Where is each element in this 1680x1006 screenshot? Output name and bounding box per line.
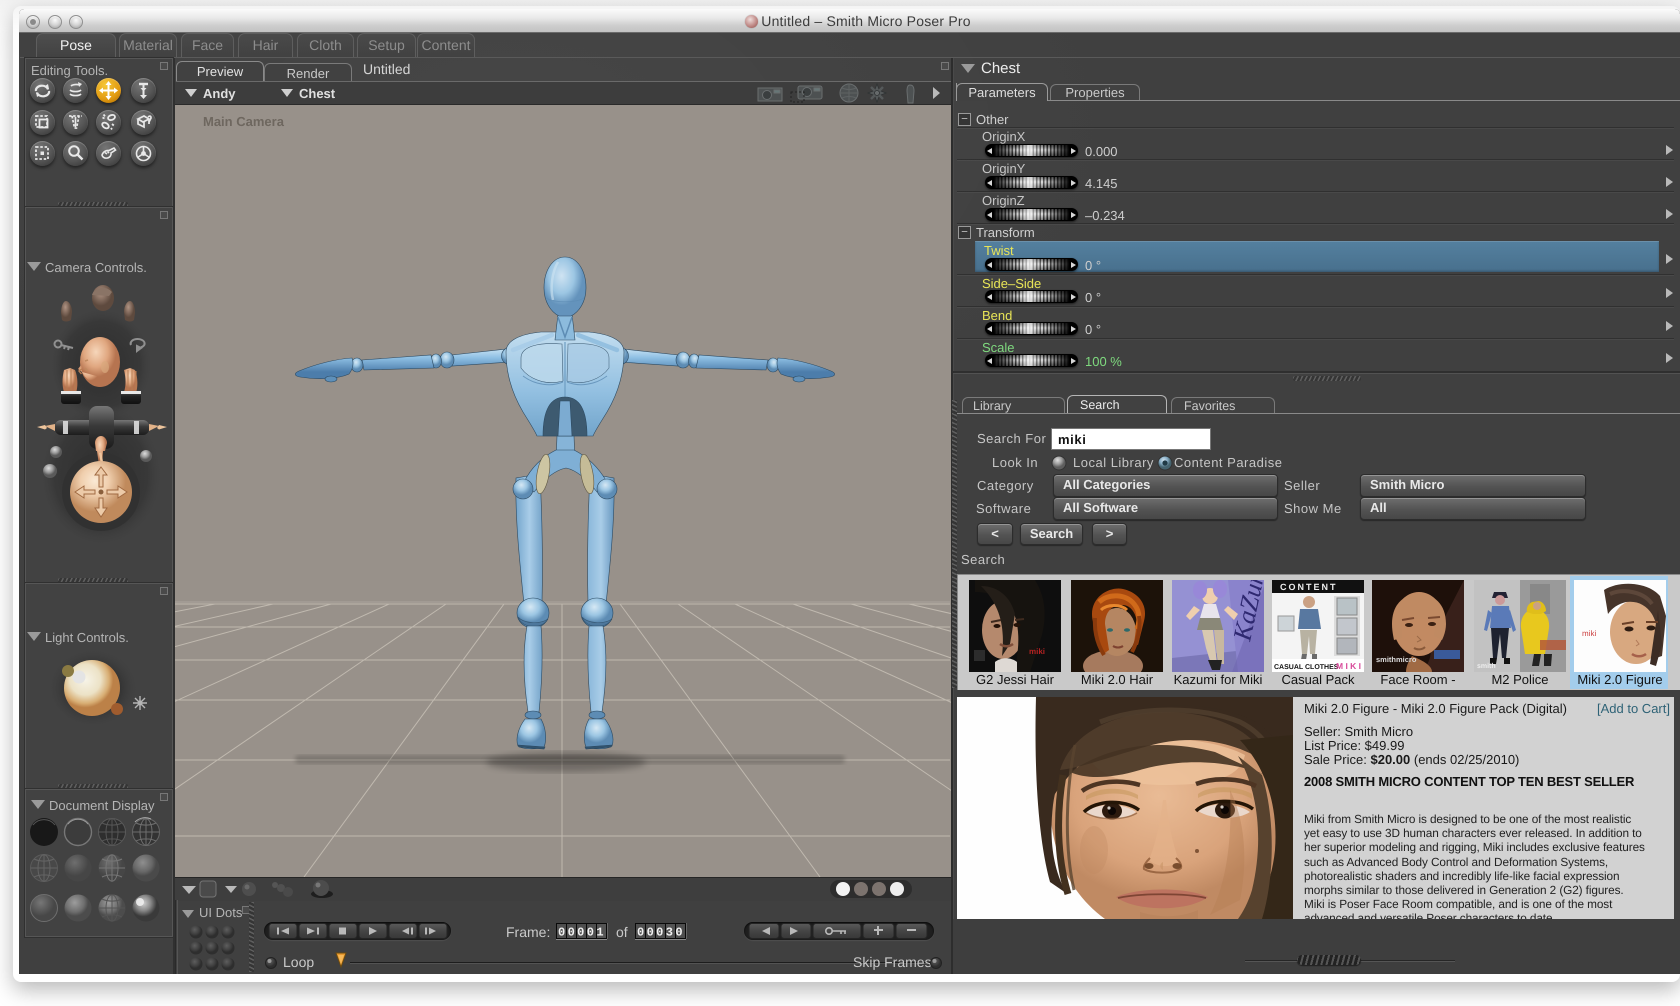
svg-text:miki: miki bbox=[1582, 629, 1596, 638]
svg-text:M I K I: M I K I bbox=[1336, 661, 1361, 671]
svg-text:CASUAL CLOTHES: CASUAL CLOTHES bbox=[1274, 664, 1339, 671]
svg-text:smith: smith bbox=[1477, 662, 1496, 670]
svg-text:CONTENT: CONTENT bbox=[1280, 582, 1338, 592]
svg-text:00030: 00030 bbox=[637, 926, 685, 940]
svg-text:smithmicro: smithmicro bbox=[1376, 655, 1417, 664]
svg-text:00001: 00001 bbox=[558, 926, 606, 940]
svg-text:miki: miki bbox=[1029, 647, 1045, 656]
